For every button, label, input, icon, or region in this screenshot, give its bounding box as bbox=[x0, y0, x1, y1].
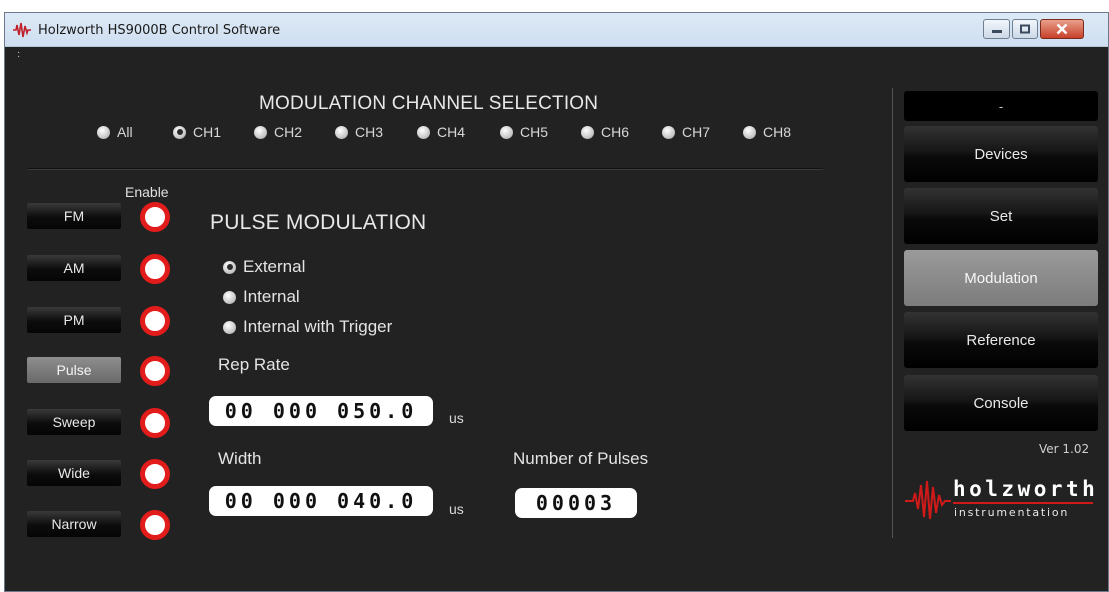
radio-icon[interactable] bbox=[743, 125, 756, 139]
width-unit: us bbox=[449, 501, 464, 517]
title-bar[interactable]: Holzworth HS9000B Control Software bbox=[5, 13, 1108, 47]
channel-option-ch1[interactable]: CH1 bbox=[173, 122, 221, 142]
channel-option-all[interactable]: All bbox=[97, 122, 133, 142]
pulse-source-internal-trigger[interactable]: Internal with Trigger bbox=[223, 317, 392, 337]
devices-button[interactable]: Devices bbox=[904, 126, 1098, 182]
narrow-enable-indicator[interactable] bbox=[140, 510, 170, 540]
rep-rate-field[interactable]: 00 000 050.0 bbox=[209, 396, 433, 426]
console-button[interactable]: Console bbox=[904, 375, 1098, 431]
rep-rate-label: Rep Rate bbox=[218, 355, 290, 374]
divider bbox=[27, 168, 823, 170]
width-label: Width bbox=[218, 449, 262, 468]
fm-enable-indicator[interactable] bbox=[140, 202, 170, 232]
fm-button[interactable]: FM bbox=[27, 203, 121, 229]
pulse-enable-indicator[interactable] bbox=[140, 356, 170, 386]
app-logo-icon bbox=[13, 22, 31, 38]
grip-icon: · · bbox=[17, 47, 21, 62]
num-pulses-field[interactable]: 00003 bbox=[515, 488, 637, 518]
minimize-icon bbox=[991, 30, 1002, 33]
radio-icon[interactable] bbox=[581, 125, 594, 139]
radio-icon[interactable] bbox=[662, 125, 675, 139]
channel-option-ch2[interactable]: CH2 bbox=[254, 122, 302, 142]
channel-option-ch4[interactable]: CH4 bbox=[417, 122, 465, 142]
brand-underline bbox=[953, 502, 1093, 504]
channel-option-ch3[interactable]: CH3 bbox=[335, 122, 383, 142]
channel-option-ch8[interactable]: CH8 bbox=[743, 122, 791, 142]
radio-checked-icon[interactable] bbox=[173, 125, 186, 139]
wide-enable-indicator[interactable] bbox=[140, 459, 170, 489]
radio-icon[interactable] bbox=[223, 320, 236, 334]
pm-button[interactable]: PM bbox=[27, 307, 121, 333]
panel-separator bbox=[892, 88, 893, 538]
maximize-icon bbox=[1020, 24, 1030, 34]
am-enable-indicator[interactable] bbox=[140, 254, 170, 284]
radio-icon[interactable] bbox=[97, 125, 110, 139]
num-pulses-label: Number of Pulses bbox=[513, 449, 649, 468]
close-button[interactable] bbox=[1040, 19, 1084, 39]
modulation-button[interactable]: Modulation bbox=[904, 250, 1098, 306]
version-label: Ver 1.02 bbox=[1039, 442, 1090, 456]
brand-subtitle: instrumentation bbox=[954, 506, 1070, 519]
radio-icon[interactable] bbox=[500, 125, 513, 139]
pulse-modulation-title: PULSE MODULATION bbox=[210, 211, 427, 234]
close-icon bbox=[1056, 23, 1068, 35]
pulse-button[interactable]: Pulse bbox=[27, 357, 121, 383]
radio-icon[interactable] bbox=[223, 290, 236, 304]
sweep-button[interactable]: Sweep bbox=[27, 409, 121, 435]
window-title: Holzworth HS9000B Control Software bbox=[38, 23, 281, 38]
brand-name: holzworth bbox=[953, 477, 1099, 501]
enable-label: Enable bbox=[125, 184, 169, 200]
app-window: Holzworth HS9000B Control Software · · MO… bbox=[4, 12, 1109, 592]
channel-option-ch5[interactable]: CH5 bbox=[500, 122, 548, 142]
am-button[interactable]: AM bbox=[27, 255, 121, 281]
radio-checked-icon[interactable] bbox=[223, 260, 236, 274]
radio-icon[interactable] bbox=[335, 125, 348, 139]
reference-button[interactable]: Reference bbox=[904, 312, 1098, 368]
channel-selection-title: MODULATION CHANNEL SELECTION bbox=[259, 93, 599, 114]
pulse-source-external[interactable]: External bbox=[223, 257, 305, 277]
set-button[interactable]: Set bbox=[904, 188, 1098, 244]
narrow-button[interactable]: Narrow bbox=[27, 511, 121, 537]
width-field[interactable]: 00 000 040.0 bbox=[209, 486, 433, 516]
holzworth-wave-logo bbox=[905, 480, 951, 520]
pulse-source-internal[interactable]: Internal bbox=[223, 287, 300, 307]
maximize-button[interactable] bbox=[1012, 19, 1038, 39]
radio-icon[interactable] bbox=[417, 125, 430, 139]
device-status: - bbox=[904, 91, 1098, 121]
holzworth-logo: holzworth instrumentation bbox=[905, 475, 1100, 523]
sweep-enable-indicator[interactable] bbox=[140, 408, 170, 438]
radio-icon[interactable] bbox=[254, 125, 267, 139]
wide-button[interactable]: Wide bbox=[27, 460, 121, 486]
channel-option-ch6[interactable]: CH6 bbox=[581, 122, 629, 142]
pm-enable-indicator[interactable] bbox=[140, 306, 170, 336]
minimize-button[interactable] bbox=[983, 19, 1010, 39]
channel-option-ch7[interactable]: CH7 bbox=[662, 122, 710, 142]
rep-rate-unit: us bbox=[449, 410, 464, 426]
